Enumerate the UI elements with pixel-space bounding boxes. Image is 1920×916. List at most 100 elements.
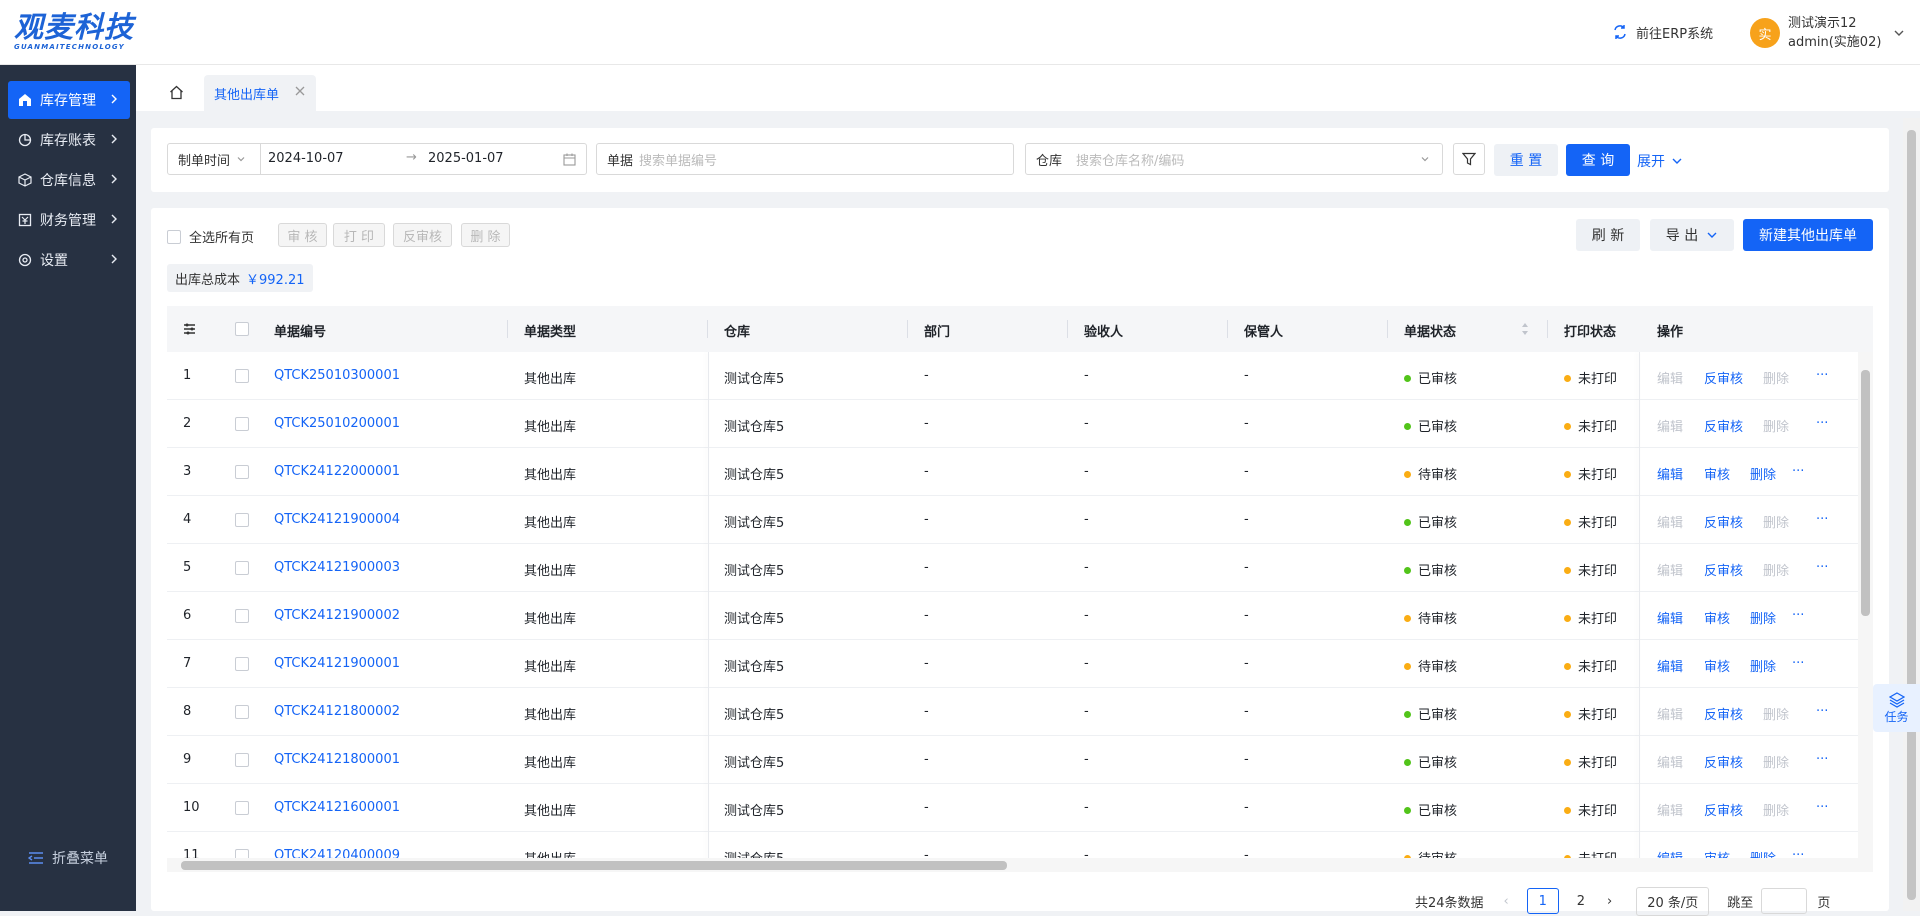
more-icon[interactable]: ··· bbox=[1816, 512, 1828, 527]
header-checkbox[interactable] bbox=[235, 322, 249, 336]
more-icon[interactable]: ··· bbox=[1792, 464, 1804, 479]
unapprove-link[interactable]: 反审核 bbox=[1704, 368, 1743, 387]
go-erp-link[interactable]: 前往ERP系统 bbox=[1612, 22, 1713, 42]
doc-no-link[interactable]: QTCK24121900002 bbox=[274, 608, 400, 623]
edit-link[interactable]: 编辑 bbox=[1657, 656, 1683, 675]
table-row[interactable]: 1 QTCK25010300001 其他出库 测试仓库5 - - - 已审核 未打印 编辑 反审核 删… bbox=[167, 352, 1873, 400]
more-icon[interactable]: ··· bbox=[1816, 416, 1828, 431]
approve-link[interactable]: 审核 bbox=[1704, 608, 1730, 627]
task-button[interactable]: 任务 bbox=[1873, 684, 1920, 732]
col-status[interactable]: 单据状态 bbox=[1404, 321, 1456, 340]
approve-link[interactable]: 审核 bbox=[1704, 656, 1730, 675]
edit-link[interactable]: 编辑 bbox=[1657, 704, 1683, 723]
unapprove-link[interactable]: 反审核 bbox=[1704, 512, 1743, 531]
table-row[interactable]: 10 QTCK24121600001 其他出库 测试仓库5 - - - 已审核 未打印 编辑 反审核… bbox=[167, 784, 1873, 832]
delete-link[interactable]: 删除 bbox=[1750, 656, 1776, 675]
more-icon[interactable]: ··· bbox=[1816, 368, 1828, 383]
filter-button[interactable] bbox=[1453, 143, 1485, 175]
scroll-thumb[interactable] bbox=[181, 861, 1007, 870]
scroll-thumb[interactable] bbox=[1861, 370, 1870, 616]
sidebar-item-inventory-report[interactable]: 库存账表 bbox=[8, 121, 130, 159]
doc-no-link[interactable]: QTCK25010300001 bbox=[274, 368, 400, 383]
doc-no-link[interactable]: QTCK24121800001 bbox=[274, 752, 400, 767]
more-icon[interactable]: ··· bbox=[1816, 704, 1828, 719]
sidebar-item-inventory[interactable]: 库存管理 bbox=[8, 81, 130, 119]
delete-link[interactable]: 删除 bbox=[1750, 464, 1776, 483]
print-button[interactable]: 打 印 bbox=[333, 223, 385, 247]
edit-link[interactable]: 编辑 bbox=[1657, 608, 1683, 627]
unapprove-link[interactable]: 反审核 bbox=[1704, 800, 1743, 819]
more-icon[interactable]: ··· bbox=[1816, 560, 1828, 575]
unapprove-link[interactable]: 反审核 bbox=[1704, 752, 1743, 771]
column-settings-icon[interactable] bbox=[183, 323, 196, 335]
page-size-select[interactable]: 20 条/页 bbox=[1636, 886, 1710, 916]
row-checkbox[interactable] bbox=[235, 513, 249, 527]
delete-link[interactable]: 删除 bbox=[1763, 800, 1789, 819]
date-end-input[interactable]: 2025-01-07 bbox=[428, 151, 504, 166]
sort-icon[interactable] bbox=[1520, 321, 1530, 337]
more-icon[interactable]: ··· bbox=[1792, 608, 1804, 623]
row-checkbox[interactable] bbox=[235, 609, 249, 623]
unapprove-link[interactable]: 反审核 bbox=[1704, 560, 1743, 579]
approve-button[interactable]: 审 核 bbox=[278, 223, 327, 247]
table-row[interactable]: 9 QTCK24121800001 其他出库 测试仓库5 - - - 已审核 未打印 编辑 反审核 删… bbox=[167, 736, 1873, 784]
edit-link[interactable]: 编辑 bbox=[1657, 368, 1683, 387]
edit-link[interactable]: 编辑 bbox=[1657, 416, 1683, 435]
delete-link[interactable]: 删除 bbox=[1763, 704, 1789, 723]
export-button[interactable]: 导 出 bbox=[1650, 219, 1734, 251]
delete-link[interactable]: 删除 bbox=[1763, 512, 1789, 531]
row-checkbox[interactable] bbox=[235, 657, 249, 671]
delete-link[interactable]: 删除 bbox=[1763, 368, 1789, 387]
delete-link[interactable]: 删除 bbox=[1763, 752, 1789, 771]
scroll-thumb[interactable] bbox=[1907, 130, 1916, 900]
user-menu[interactable]: 实 测试演示12 admin(实施02) bbox=[1750, 14, 1905, 52]
date-range-picker[interactable]: 制单时间 2024-10-07 → 2025-01-07 bbox=[167, 143, 587, 175]
unapprove-button[interactable]: 反审核 bbox=[393, 223, 452, 247]
edit-link[interactable]: 编辑 bbox=[1657, 464, 1683, 483]
table-row[interactable]: 3 QTCK24122000001 其他出库 测试仓库5 - - - 待审核 未打印 编辑 审核 删除… bbox=[167, 448, 1873, 496]
select-all-pages[interactable]: 全选所有页 bbox=[167, 227, 254, 246]
row-checkbox[interactable] bbox=[235, 561, 249, 575]
row-checkbox[interactable] bbox=[235, 465, 249, 479]
reset-button[interactable]: 重 置 bbox=[1494, 144, 1558, 176]
refresh-button[interactable]: 刷 新 bbox=[1576, 219, 1640, 251]
next-page-icon[interactable]: › bbox=[1607, 894, 1612, 909]
warehouse-select[interactable]: 仓库 搜索仓库名称/编码 bbox=[1025, 143, 1443, 175]
table-row[interactable]: 6 QTCK24121900002 其他出库 测试仓库5 - - - 待审核 未打印 编辑 审核 删除… bbox=[167, 592, 1873, 640]
sidebar-item-settings[interactable]: 设置 bbox=[8, 241, 130, 279]
table-vertical-scrollbar[interactable] bbox=[1858, 352, 1873, 858]
doc-no-link[interactable]: QTCK24121900004 bbox=[274, 512, 400, 527]
query-button[interactable]: 查 询 bbox=[1566, 144, 1630, 176]
unapprove-link[interactable]: 反审核 bbox=[1704, 704, 1743, 723]
more-icon[interactable]: ··· bbox=[1816, 800, 1828, 815]
table-row[interactable]: 5 QTCK24121900003 其他出库 测试仓库5 - - - 已审核 未打印 编辑 反审核 删… bbox=[167, 544, 1873, 592]
page-2[interactable]: 2 bbox=[1577, 894, 1585, 909]
page-scrollbar[interactable] bbox=[1903, 118, 1920, 911]
more-icon[interactable]: ··· bbox=[1816, 752, 1828, 767]
doc-no-link[interactable]: QTCK25010200001 bbox=[274, 416, 400, 431]
delete-link[interactable]: 删除 bbox=[1750, 608, 1776, 627]
prev-page-icon[interactable]: ‹ bbox=[1504, 894, 1509, 909]
jump-page-input[interactable] bbox=[1761, 888, 1808, 914]
edit-link[interactable]: 编辑 bbox=[1657, 752, 1683, 771]
row-checkbox[interactable] bbox=[235, 753, 249, 767]
doc-no-link[interactable]: QTCK24121900003 bbox=[274, 560, 400, 575]
table-row[interactable]: 4 QTCK24121900004 其他出库 测试仓库5 - - - 已审核 未打印 编辑 反审核 删… bbox=[167, 496, 1873, 544]
row-checkbox[interactable] bbox=[235, 417, 249, 431]
row-checkbox[interactable] bbox=[235, 369, 249, 383]
doc-no-link[interactable]: QTCK24121900001 bbox=[274, 656, 400, 671]
tab-other-outbound[interactable]: 其他出库单 bbox=[204, 75, 316, 111]
select-all-checkbox[interactable] bbox=[167, 229, 181, 244]
date-type-select[interactable]: 制单时间 bbox=[168, 150, 230, 169]
table-horizontal-scrollbar[interactable] bbox=[167, 858, 1873, 872]
row-checkbox[interactable] bbox=[235, 801, 249, 815]
sidebar-item-finance[interactable]: 财务管理 bbox=[8, 201, 130, 239]
home-tab[interactable] bbox=[160, 77, 192, 107]
doc-no-link[interactable]: QTCK24121600001 bbox=[274, 800, 400, 815]
expand-toggle[interactable]: 展开 bbox=[1637, 151, 1683, 171]
collapse-menu-button[interactable]: 折叠菜单 bbox=[28, 848, 108, 868]
table-row[interactable]: 7 QTCK24121900001 其他出库 测试仓库5 - - - 待审核 未打印 编辑 审核 删除… bbox=[167, 640, 1873, 688]
approve-link[interactable]: 审核 bbox=[1704, 464, 1730, 483]
table-row[interactable]: 8 QTCK24121800002 其他出库 测试仓库5 - - - 已审核 未打印 编辑 反审核 删… bbox=[167, 688, 1873, 736]
date-start-input[interactable]: 2024-10-07 bbox=[268, 151, 344, 166]
